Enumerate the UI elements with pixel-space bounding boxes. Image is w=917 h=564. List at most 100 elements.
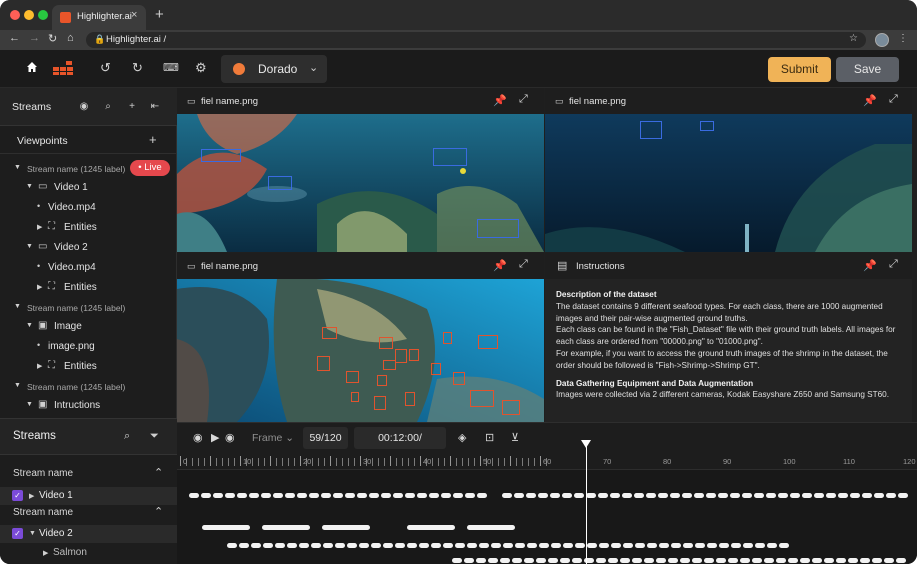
- track-segment[interactable]: [467, 525, 515, 530]
- tree-file-2[interactable]: • Video.mp4: [0, 258, 176, 278]
- track-segment[interactable]: [476, 558, 486, 563]
- track-segment[interactable]: [359, 543, 369, 548]
- caret-right-icon[interactable]: ▶: [29, 492, 34, 500]
- track-segment[interactable]: [683, 543, 693, 548]
- annotation-box[interactable]: [317, 356, 330, 371]
- track-segment[interactable]: [560, 558, 570, 563]
- track-segment[interactable]: [429, 493, 439, 498]
- caret-down-icon[interactable]: ▼: [29, 530, 36, 537]
- track-segment[interactable]: [596, 558, 606, 563]
- annotation-box[interactable]: [377, 375, 387, 386]
- track-segment[interactable]: [538, 493, 548, 498]
- track-segment[interactable]: [862, 493, 872, 498]
- track-segment[interactable]: [587, 543, 597, 548]
- stream-item-video-1[interactable]: ✓ ▶ Video 1: [0, 487, 177, 505]
- track-segment[interactable]: [419, 543, 429, 548]
- track-segment[interactable]: [526, 493, 536, 498]
- track-segment[interactable]: [524, 558, 534, 563]
- track-segment[interactable]: [369, 493, 379, 498]
- track-segment[interactable]: [239, 543, 249, 548]
- track-segment[interactable]: [431, 543, 441, 548]
- track-segment[interactable]: [262, 525, 310, 530]
- viewer-image-deep[interactable]: [545, 114, 912, 252]
- caret-right-icon[interactable]: ▶: [37, 283, 42, 291]
- tree-entities-3[interactable]: ▶ ⛶ Entities: [0, 357, 176, 377]
- annotation-box[interactable]: [322, 327, 337, 339]
- track-segment[interactable]: [512, 558, 522, 563]
- track-segment[interactable]: [251, 543, 261, 548]
- caret-down-icon[interactable]: ▼: [26, 243, 33, 250]
- redo-icon[interactable]: ↻: [132, 61, 143, 75]
- track-segment[interactable]: [704, 558, 714, 563]
- track-segment[interactable]: [671, 543, 681, 548]
- close-window-button[interactable]: [10, 10, 20, 20]
- track-segment[interactable]: [635, 543, 645, 548]
- track-segment[interactable]: [285, 493, 295, 498]
- annotation-box[interactable]: [502, 400, 520, 415]
- new-tab-icon[interactable]: +: [155, 6, 164, 23]
- eye-icon[interactable]: ◉: [76, 99, 92, 115]
- annotation-box[interactable]: [431, 363, 441, 375]
- caret-down-icon[interactable]: ▼: [14, 164, 21, 171]
- track-segment[interactable]: [644, 558, 654, 563]
- track-segment[interactable]: [407, 543, 417, 548]
- chevron-up-icon[interactable]: ⌃: [154, 505, 163, 518]
- play-icon[interactable]: ▶: [211, 431, 219, 444]
- annotation-box[interactable]: [409, 349, 419, 361]
- annotation-box[interactable]: [470, 390, 494, 407]
- track-segment[interactable]: [608, 558, 618, 563]
- pin-icon[interactable]: 📌: [493, 259, 507, 272]
- undo-icon[interactable]: ↺: [100, 61, 111, 75]
- track-segment[interactable]: [477, 493, 487, 498]
- track-segment[interactable]: [730, 493, 740, 498]
- tree-image[interactable]: ▼ ▣ Image: [0, 317, 176, 337]
- track-segment[interactable]: [634, 493, 644, 498]
- track-segment[interactable]: [297, 493, 307, 498]
- track-segment[interactable]: [658, 493, 668, 498]
- track-segment[interactable]: [659, 543, 669, 548]
- track-segment[interactable]: [479, 543, 489, 548]
- timeline-ruler[interactable]: 0 10 20 30 40 50 60 70 80 90 100 110 120: [177, 452, 917, 470]
- track-segment[interactable]: [610, 493, 620, 498]
- track-segment[interactable]: [886, 493, 896, 498]
- track-segment[interactable]: [790, 493, 800, 498]
- track-segment[interactable]: [213, 493, 223, 498]
- filter-icon[interactable]: ⏷: [150, 430, 159, 443]
- track-segment[interactable]: [261, 493, 271, 498]
- track-segment[interactable]: [632, 558, 642, 563]
- track-segment[interactable]: [656, 558, 666, 563]
- track-segment[interactable]: [347, 543, 357, 548]
- track-segment[interactable]: [742, 493, 752, 498]
- track-segment[interactable]: [322, 525, 370, 530]
- track-segment[interactable]: [707, 543, 717, 548]
- caret-down-icon[interactable]: ▼: [26, 401, 33, 408]
- track-segment[interactable]: [407, 525, 455, 530]
- minimize-window-button[interactable]: [24, 10, 34, 20]
- track-segment[interactable]: [695, 543, 705, 548]
- playhead[interactable]: [586, 446, 587, 564]
- browser-tab[interactable]: Highlighter.ai ×: [52, 5, 146, 30]
- track-segment[interactable]: [503, 543, 513, 548]
- track-segment[interactable]: [716, 558, 726, 563]
- annotation-box[interactable]: [379, 337, 393, 349]
- annotation-box[interactable]: [395, 349, 407, 363]
- expand-icon[interactable]: ⤢: [889, 93, 898, 106]
- track-segment[interactable]: [321, 493, 331, 498]
- tree-file-1[interactable]: • Video.mp4: [0, 198, 176, 218]
- track-segment[interactable]: [287, 543, 297, 548]
- track-segment[interactable]: [405, 493, 415, 498]
- track-segment[interactable]: [718, 493, 728, 498]
- back-icon[interactable]: ←: [9, 32, 20, 44]
- track-segment[interactable]: [598, 493, 608, 498]
- track-segment[interactable]: [623, 543, 633, 548]
- track-segment[interactable]: [548, 558, 558, 563]
- track-segment[interactable]: [383, 543, 393, 548]
- caret-right-icon[interactable]: ▶: [37, 223, 42, 231]
- track-segment[interactable]: [572, 558, 582, 563]
- track-segment[interactable]: [441, 493, 451, 498]
- keyboard-icon[interactable]: ⌨: [163, 61, 179, 75]
- checkbox-checked[interactable]: ✓: [12, 528, 23, 539]
- tree-video-1[interactable]: ▼ ▭ Video 1: [0, 178, 176, 198]
- track-segment[interactable]: [453, 493, 463, 498]
- caret-right-icon[interactable]: ▶: [43, 549, 48, 557]
